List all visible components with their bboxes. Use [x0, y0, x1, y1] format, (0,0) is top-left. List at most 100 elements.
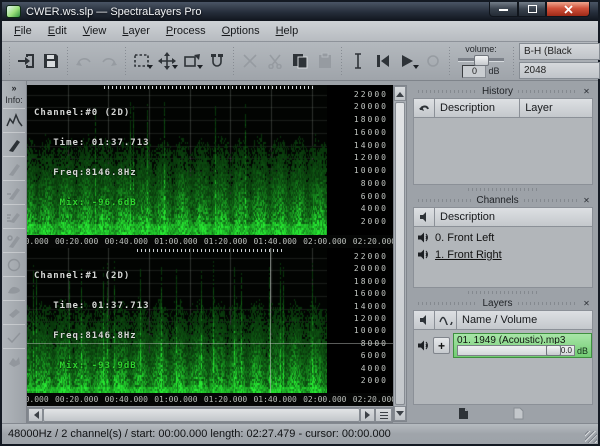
layer-row[interactable]: + 01. 1949 (Acoustic).mp3 0.0 dB	[414, 332, 592, 359]
tool-area-select-button[interactable]	[3, 252, 25, 276]
frequency-tick-label: 4000	[361, 205, 388, 213]
time-tick-label: 02:20.000	[353, 237, 393, 246]
speaker-icon[interactable]	[417, 249, 430, 260]
volume-control: volume: 0 dB	[453, 45, 509, 78]
speaker-icon[interactable]	[417, 340, 430, 351]
horizontal-scrollbar[interactable]	[27, 407, 393, 423]
menu-bar: FileEditViewLayerProcessOptionsHelp	[2, 21, 598, 42]
layer-name[interactable]: 01. 1949 (Acoustic).mp3	[457, 335, 588, 344]
colormap-select[interactable]: B-H (Black	[519, 43, 600, 60]
fft-size-select[interactable]: 2048	[519, 62, 600, 79]
menu-item[interactable]: Process	[158, 23, 214, 39]
resize-grip[interactable]	[585, 431, 597, 443]
menu-item[interactable]: Help	[268, 23, 307, 39]
undo-button[interactable]	[71, 48, 96, 74]
tool-line-pen-button[interactable]	[3, 228, 25, 252]
channel-1-info-overlay: Channel:#1 (2D) Time: 01:37.713 Freq:814…	[34, 251, 150, 391]
tool-pen-button[interactable]	[3, 132, 25, 156]
time-tick-label: 02:20.000	[353, 395, 393, 404]
horizontal-scroll-thumb[interactable]	[43, 408, 360, 422]
history-list[interactable]	[413, 118, 593, 185]
channel-1-view[interactable]: 2200020000180001600014000120001000080006…	[27, 248, 393, 394]
history-header: Description Layer	[413, 98, 593, 118]
delete-button[interactable]	[237, 48, 262, 74]
spectrogram-area: 2200020000180001600014000120001000080006…	[27, 81, 393, 423]
frequency-tick-label: 4000	[361, 365, 388, 373]
freq-readout: Freq:8146.8Hz	[34, 168, 150, 178]
volume-slider[interactable]	[458, 55, 504, 64]
menu-item[interactable]: Layer	[114, 23, 158, 39]
frequency-tick-label: 2000	[361, 377, 388, 385]
menu-item[interactable]: File	[6, 23, 40, 39]
channels-close-icon[interactable]: ✕	[582, 196, 591, 205]
tool-check-pen-button[interactable]	[3, 324, 25, 348]
close-button[interactable]	[546, 2, 590, 17]
scroll-up-button[interactable]	[394, 86, 406, 101]
scroll-left-button[interactable]	[28, 408, 43, 422]
history-panel-titlebar[interactable]: History ✕	[413, 85, 593, 98]
tool-blob-button[interactable]	[3, 348, 25, 372]
save-button[interactable]	[38, 48, 63, 74]
channels-col-description[interactable]: Description	[435, 207, 593, 227]
volume-input[interactable]: 0	[462, 65, 486, 78]
layers-close-icon[interactable]: ✕	[582, 299, 591, 308]
history-close-icon[interactable]: ✕	[582, 87, 591, 96]
scroll-right-button[interactable]	[360, 408, 375, 422]
minimize-button[interactable]	[489, 2, 518, 17]
magnet-snap-button[interactable]	[204, 48, 229, 74]
menu-item[interactable]: Options	[214, 23, 268, 39]
layer-expand-button[interactable]: +	[433, 337, 450, 354]
tool-eraser-button[interactable]	[3, 300, 25, 324]
layer-volume-slider[interactable]: 0.0	[457, 345, 575, 356]
panel-drag-handle[interactable]	[468, 188, 538, 191]
copy-button[interactable]	[287, 48, 312, 74]
channels-panel-titlebar[interactable]: Channels ✕	[413, 194, 593, 207]
layers-panel-titlebar[interactable]: Layers ✕	[413, 297, 593, 310]
tools-expand-button[interactable]: »	[11, 83, 16, 93]
redo-button[interactable]	[96, 48, 121, 74]
layers-col-name-volume[interactable]: Name / Volume	[457, 310, 593, 330]
dock-footer	[413, 405, 593, 421]
speaker-icon[interactable]	[417, 232, 430, 243]
record-button[interactable]	[420, 48, 445, 74]
layer-item-selected[interactable]: 01. 1949 (Acoustic).mp3 0.0 dB	[453, 333, 592, 358]
cursor-tool-button[interactable]	[345, 48, 370, 74]
transform-tool-button[interactable]	[179, 48, 204, 74]
move-tool-button[interactable]	[154, 48, 179, 74]
tool-brush-button[interactable]	[3, 180, 25, 204]
import-button[interactable]	[13, 48, 38, 74]
vertical-scrollbar[interactable]	[393, 85, 407, 422]
skip-start-button[interactable]	[370, 48, 395, 74]
tool-smudge-button[interactable]	[3, 276, 25, 300]
frequency-tick-label: 20000	[354, 103, 388, 111]
rectangle-select-button[interactable]	[129, 48, 154, 74]
channel-row-label[interactable]: 1. Front Right	[435, 249, 502, 261]
channel-row-front-left[interactable]: 0. Front Left	[414, 229, 592, 246]
scroll-options-button[interactable]	[375, 408, 392, 422]
menu-item[interactable]: Edit	[40, 23, 75, 39]
frequency-tick-label: 8000	[361, 340, 388, 348]
dock-page-icon-dark[interactable]	[458, 407, 469, 420]
tool-pencil-button[interactable]	[3, 156, 25, 180]
dock-page-icon-light[interactable]	[513, 407, 524, 420]
play-button[interactable]	[395, 48, 420, 74]
channel-row-label[interactable]: 0. Front Left	[435, 232, 494, 244]
channel-row-front-right[interactable]: 1. Front Right	[414, 246, 592, 263]
paste-button[interactable]	[312, 48, 337, 74]
volume-slider-handle[interactable]	[474, 55, 489, 66]
tool-multi-pen-button[interactable]	[3, 204, 25, 228]
scroll-down-button[interactable]	[394, 406, 406, 421]
history-col-description[interactable]: Description	[435, 98, 520, 118]
cut-button[interactable]	[262, 48, 287, 74]
maximize-button[interactable]	[518, 2, 546, 17]
tool-spectrum-button[interactable]	[3, 108, 25, 132]
layer-volume-handle[interactable]	[546, 345, 561, 356]
menu-item[interactable]: View	[75, 23, 115, 39]
panel-drag-handle[interactable]	[468, 291, 538, 294]
channel-splitter-handle[interactable]	[137, 249, 283, 252]
channel-0-view[interactable]: 2200020000180001600014000120001000080006…	[27, 85, 393, 235]
layer-volume-value: 0.0	[561, 346, 574, 355]
time-tick-label: 01:40.000	[253, 395, 296, 404]
history-col-layer[interactable]: Layer	[520, 98, 593, 118]
vertical-scroll-thumb[interactable]	[395, 102, 405, 405]
